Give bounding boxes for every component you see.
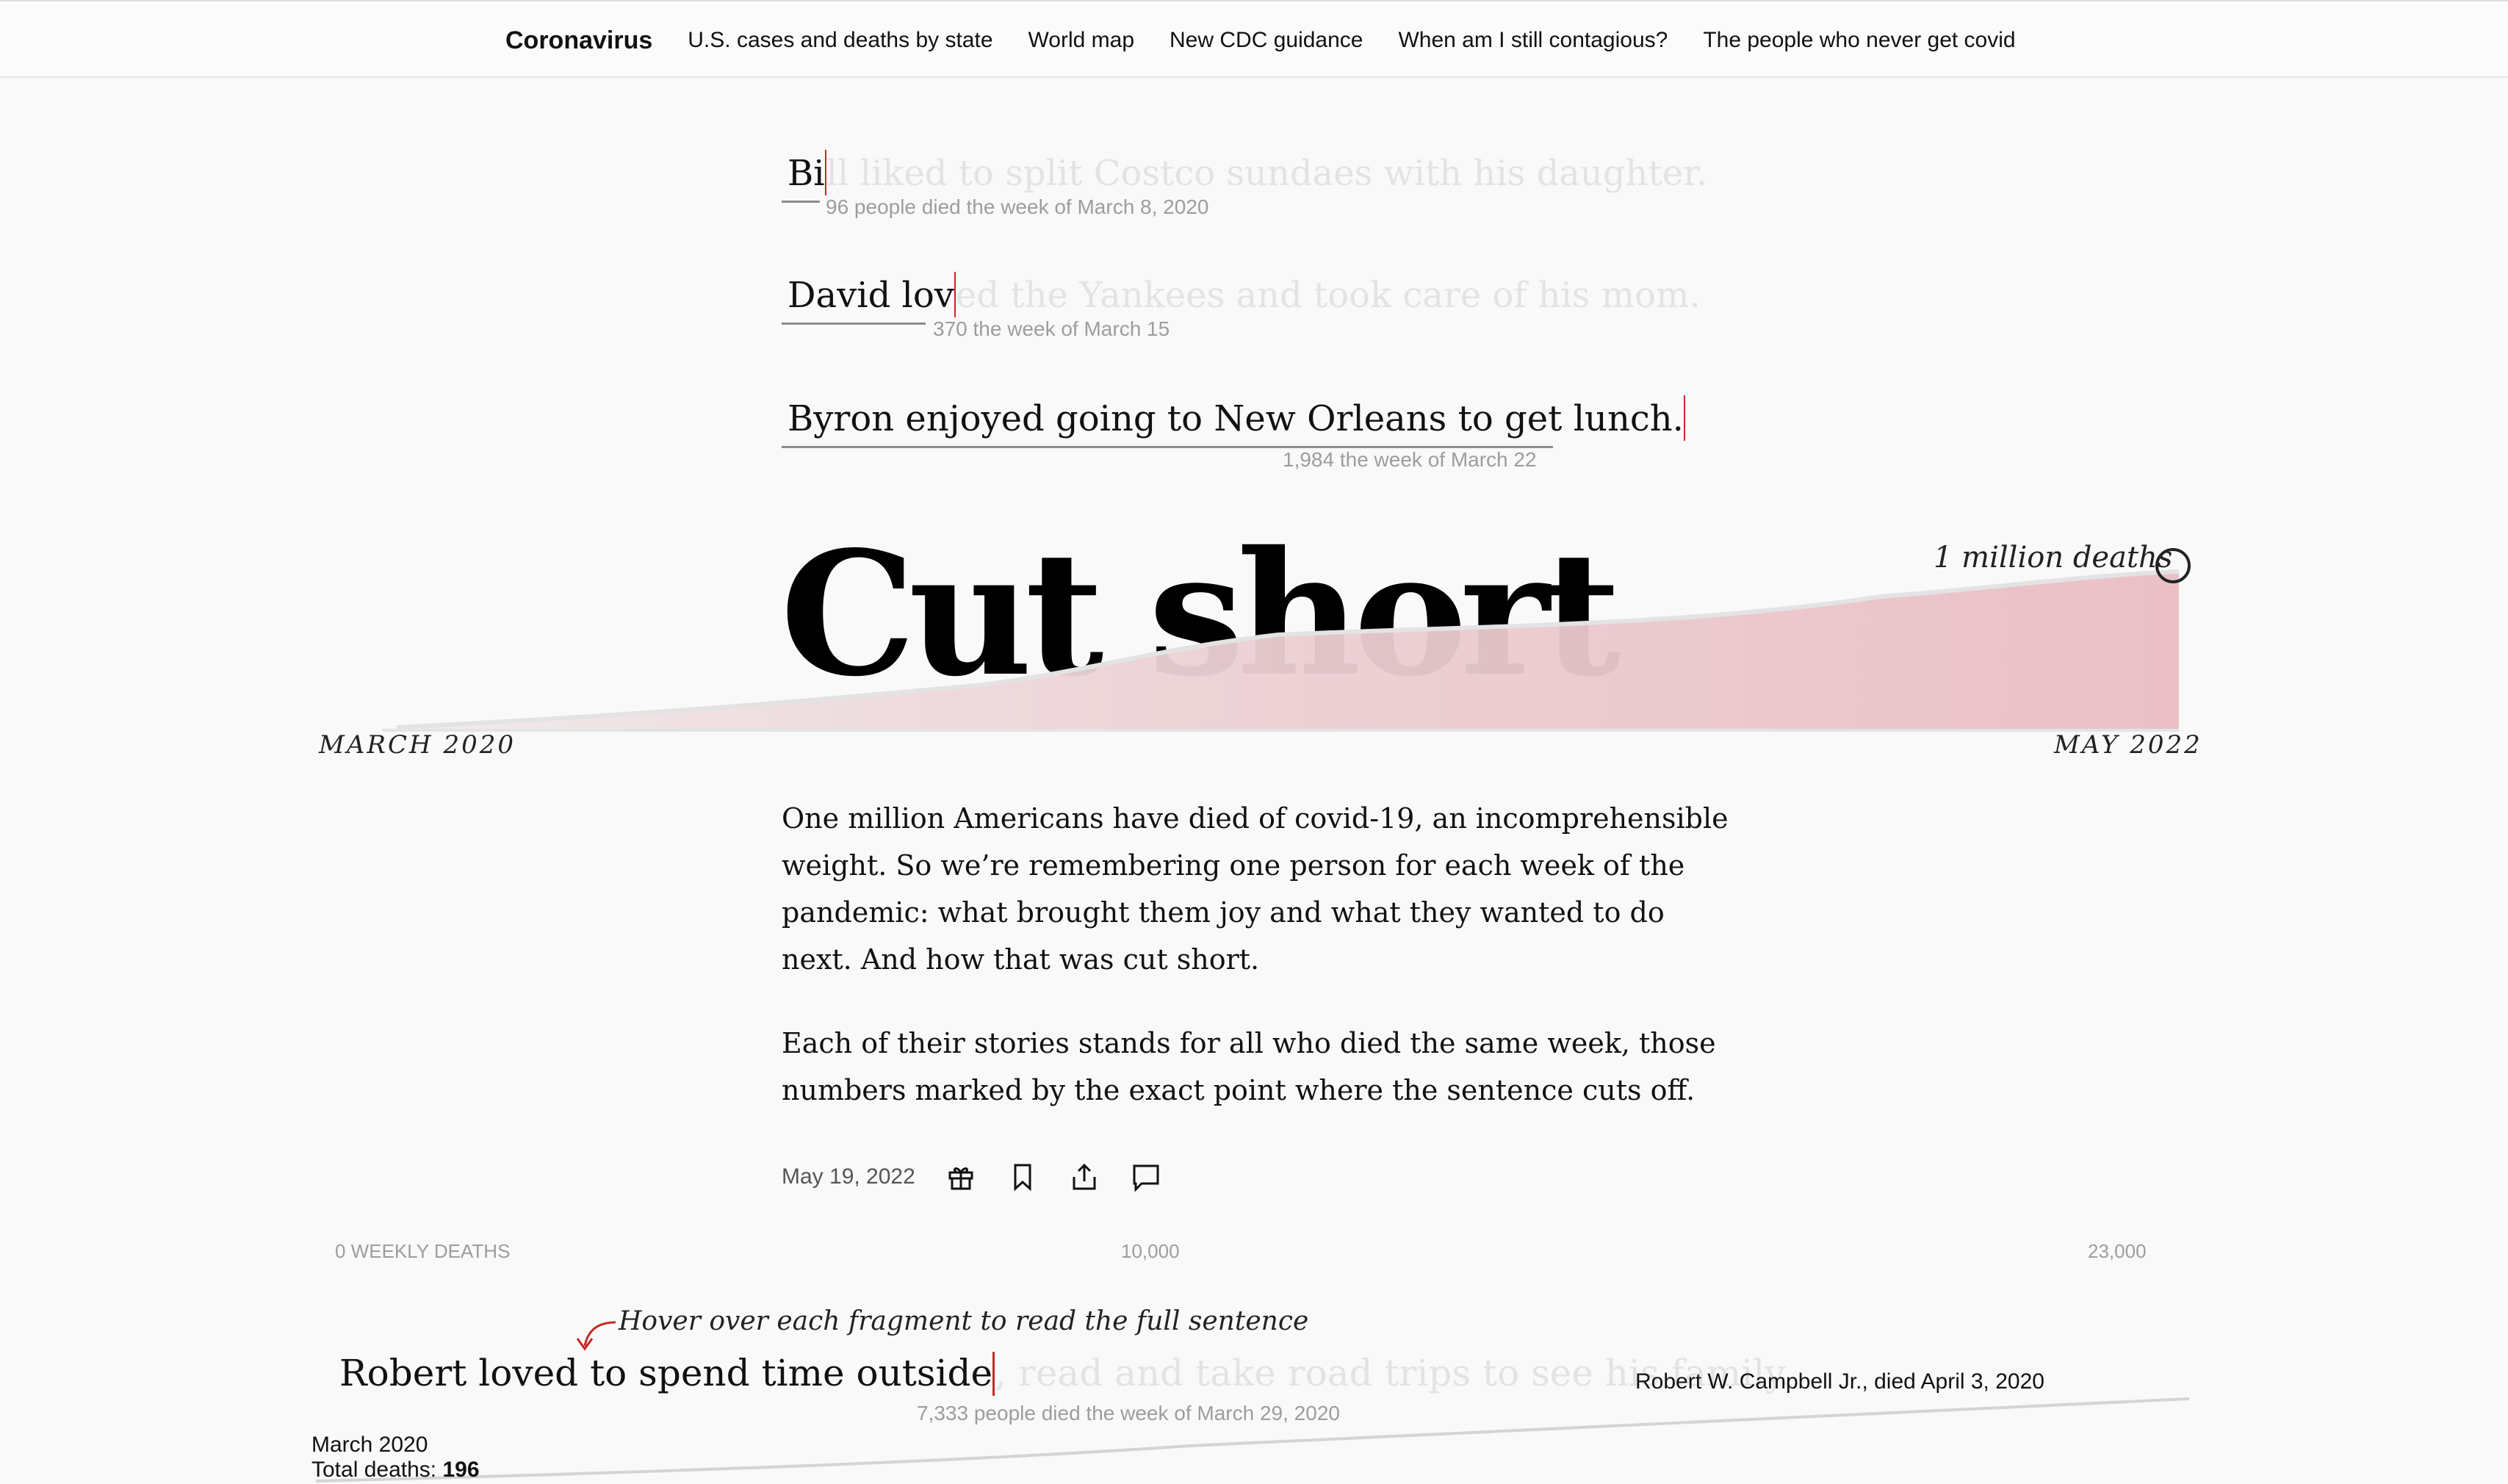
axis-label-max: 23,000 — [2088, 1240, 2147, 1262]
chart-start-label: MARCH 2020 — [319, 730, 516, 760]
hint-arrow — [576, 1321, 616, 1351]
intro-text: One million Americans have died of covid… — [782, 795, 1737, 1150]
axis-label-min: 0 WEEKLY DEATHS — [335, 1240, 511, 1262]
intro-paragraph: One million Americans have died of covid… — [782, 802, 1729, 976]
chart-end-label: MAY 2022 — [2054, 730, 2202, 760]
bookmark-icon[interactable] — [1006, 1161, 1039, 1193]
comment-icon[interactable] — [1130, 1161, 1162, 1193]
gift-icon[interactable] — [945, 1161, 977, 1193]
person-name: Robert W. Campbell Jr., died April 3, 20… — [1635, 1369, 2044, 1394]
hover-hint: Hover over each fragment to read the ful… — [619, 1306, 1309, 1336]
intro-paragraph: Each of their stories stands for all who… — [782, 1027, 1716, 1106]
story-fragment-robert[interactable]: Robert loved to spend time outside, read… — [339, 1352, 1792, 1396]
publish-date: May 19, 2022 — [782, 1164, 915, 1189]
fragment-visible-text: Robert loved to spend time outside — [339, 1352, 993, 1394]
current-month: March 2020 — [311, 1433, 428, 1457]
total-deaths-line: Total deaths: 196 — [311, 1458, 480, 1483]
million-deaths-label: 1 million deaths — [1934, 541, 2173, 574]
total-deaths-label: Total deaths: — [311, 1458, 437, 1482]
deaths-total-readout: March 2020 Total deaths: 196 — [311, 1433, 480, 1483]
article-meta: May 19, 2022 — [782, 1161, 1162, 1193]
share-icon[interactable] — [1068, 1161, 1100, 1193]
total-deaths-value: 196 — [442, 1458, 480, 1482]
fragment-note: 7,333 people died the week of March 29, … — [917, 1402, 1340, 1424]
axis-label-mid: 10,000 — [1121, 1240, 1180, 1262]
